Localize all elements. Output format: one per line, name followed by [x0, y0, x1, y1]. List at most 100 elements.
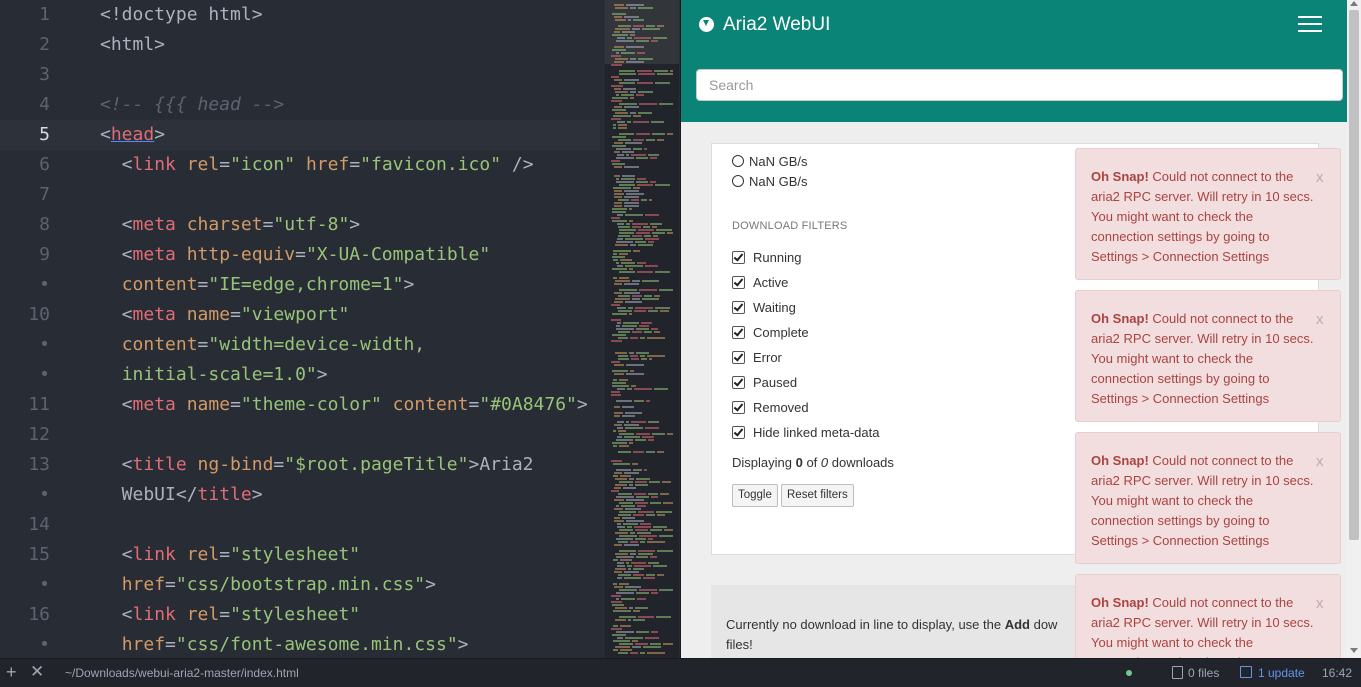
code-line[interactable]: 2 <html>	[0, 30, 600, 60]
code-text[interactable]: <head>	[100, 120, 165, 150]
code-text[interactable]: initial-scale=1.0">	[100, 360, 328, 390]
file-path[interactable]: ~/Downloads/webui-aria2-master/index.htm…	[65, 666, 299, 680]
code-editor[interactable]: 1 <!doctype html> 2 <html> 3 4 <!-- {{{ head -…	[0, 0, 680, 658]
code-text[interactable]: <title ng-bind="$root.pageTitle">Aria2	[100, 450, 534, 480]
filter-checkbox[interactable]	[732, 251, 745, 264]
minimap-line	[614, 4, 624, 6]
download-speed: NaN GB/s	[732, 173, 808, 191]
line-number: 9	[39, 244, 50, 265]
line-number: 3	[39, 64, 50, 85]
code-text[interactable]: href="css/bootstrap.min.css">	[100, 570, 436, 600]
filter-option[interactable]: Hide linked meta-data	[732, 424, 879, 442]
minimap[interactable]	[605, 0, 679, 658]
alert-close-button[interactable]: x	[1316, 595, 1324, 612]
code-text[interactable]: <!doctype html>	[100, 0, 263, 30]
code-text[interactable]: <link rel="stylesheet"	[100, 600, 360, 630]
minimap-line	[613, 625, 618, 627]
app-title[interactable]: Aria2 WebUI	[723, 12, 830, 38]
code-text[interactable]: content="IE=edge,chrome=1">	[100, 270, 415, 300]
code-line[interactable]: • content="width=device-width,	[0, 330, 600, 360]
filter-option[interactable]: Complete	[732, 324, 809, 342]
code-line[interactable]: 1 <!doctype html>	[0, 0, 600, 30]
code-line[interactable]: 15 <link rel="stylesheet"	[0, 540, 600, 570]
search-input[interactable]	[696, 69, 1343, 101]
alert-close-button[interactable]: x	[1316, 169, 1324, 186]
alert-close-button[interactable]: x	[1316, 311, 1324, 328]
minimap-line	[619, 433, 634, 435]
minimap-line	[654, 70, 668, 72]
code-text[interactable]: <link rel="icon" href="favicon.ico" />	[100, 150, 534, 180]
files-count[interactable]: 0 files	[1188, 666, 1219, 680]
code-token: "width=device-width,	[208, 334, 426, 355]
code-line[interactable]: • WebUI</title>	[0, 480, 600, 510]
code-line[interactable]: 14	[0, 510, 600, 540]
code-token: "X-UA-Compatible"	[305, 244, 491, 265]
error-alert: Oh Snap! Could not connect to the aria2 …	[1075, 432, 1341, 564]
code-text[interactable]: WebUI</title>	[100, 480, 263, 510]
filter-option[interactable]: Paused	[732, 374, 797, 392]
minimap-line	[638, 616, 654, 618]
minimap-line	[615, 646, 630, 648]
filter-option[interactable]: Error	[732, 349, 782, 367]
code-line[interactable]: 7	[0, 180, 600, 210]
code-line[interactable]: • href="css/font-awesome.min.css">	[0, 630, 600, 658]
code-line[interactable]: 9 <meta http-equiv="X-UA-Compatible"	[0, 240, 600, 270]
code-token: "css/bootstrap.min.css"	[175, 574, 426, 595]
close-icon[interactable]: ✕	[30, 662, 44, 682]
code-line[interactable]: 10 <meta name="viewport"	[0, 300, 600, 330]
code-line[interactable]: 3	[0, 60, 600, 90]
code-text[interactable]: <html>	[100, 30, 165, 60]
minimap-line	[615, 352, 627, 354]
filter-option[interactable]: Active	[732, 274, 788, 292]
minimap-line	[615, 280, 630, 282]
code-text[interactable]: <meta http-equiv="X-UA-Compatible"	[100, 240, 491, 270]
minimap-line	[617, 265, 623, 267]
toggle-button[interactable]: Toggle	[732, 484, 778, 507]
code-line[interactable]: 16 <link rel="stylesheet"	[0, 600, 600, 630]
code-text[interactable]: href="css/font-awesome.min.css">	[100, 630, 469, 658]
menu-icon[interactable]	[1298, 14, 1322, 34]
code-line[interactable]: 8 <meta charset="utf-8">	[0, 210, 600, 240]
code-line[interactable]: 4 <!-- {{{ head -->	[0, 90, 600, 120]
minimap-line	[630, 112, 636, 114]
filter-checkbox[interactable]	[732, 326, 745, 339]
code-text[interactable]: <meta charset="utf-8">	[100, 210, 360, 240]
code-line[interactable]: • href="css/bootstrap.min.css">	[0, 570, 600, 600]
scrollbar[interactable]	[1347, 0, 1361, 658]
plus-icon[interactable]: +	[6, 662, 17, 683]
code-line[interactable]: 13 <title ng-bind="$root.pageTitle">Aria…	[0, 450, 600, 480]
filter-option[interactable]: Waiting	[732, 299, 796, 317]
minimap-line	[635, 607, 648, 609]
code-text[interactable]: <link rel="stylesheet"	[100, 540, 360, 570]
code-line[interactable]: 12	[0, 420, 600, 450]
code-line[interactable]: 11 <meta name="theme-color" content="#0A…	[0, 390, 600, 420]
minimap-line	[626, 223, 630, 225]
code-text[interactable]: <meta name="viewport"	[100, 300, 350, 330]
alert-close-button[interactable]: x	[1316, 453, 1324, 470]
scrollbar-thumb[interactable]	[1349, 10, 1359, 540]
filter-checkbox[interactable]	[732, 401, 745, 414]
filter-checkbox[interactable]	[732, 426, 745, 439]
scroll-down-icon[interactable]	[1350, 648, 1358, 653]
code-text[interactable]: content="width=device-width,	[100, 330, 425, 360]
code-text[interactable]: <!-- {{{ head -->	[100, 90, 284, 120]
minimap-line	[652, 433, 665, 435]
code-text[interactable]: <meta name="theme-color" content="#0A847…	[100, 390, 588, 420]
update-link[interactable]: 1 update	[1258, 666, 1305, 680]
filter-checkbox[interactable]	[732, 276, 745, 289]
scroll-up-icon[interactable]	[1350, 1, 1358, 6]
minimap-line	[638, 58, 653, 60]
code-line[interactable]: • initial-scale=1.0">	[0, 360, 600, 390]
filter-option[interactable]: Removed	[732, 399, 809, 417]
minimap-line	[630, 58, 636, 60]
filter-checkbox[interactable]	[732, 351, 745, 364]
filter-option[interactable]: Running	[732, 249, 801, 267]
minimap-line	[612, 370, 628, 372]
filter-checkbox[interactable]	[732, 376, 745, 389]
code-line[interactable]: • content="IE=edge,chrome=1">	[0, 270, 600, 300]
code-line[interactable]: 5 <head>	[0, 120, 600, 150]
reset-filters-button[interactable]: Reset filters	[781, 484, 854, 507]
line-number: 6	[39, 154, 50, 175]
filter-checkbox[interactable]	[732, 301, 745, 314]
code-line[interactable]: 6 <link rel="icon" href="favicon.ico" />	[0, 150, 600, 180]
